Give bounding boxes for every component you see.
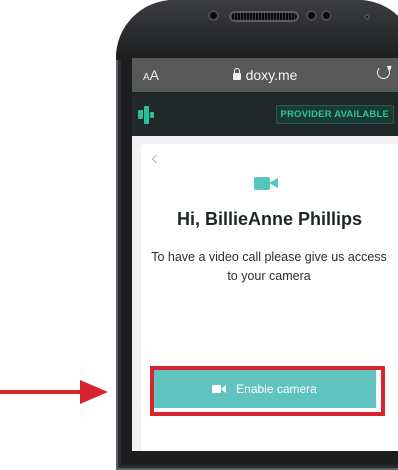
url-field[interactable]: doxy.me [132, 67, 398, 83]
front-camera [364, 14, 370, 20]
browser-address-bar: AA doxy.me [132, 58, 398, 92]
earpiece-speaker [229, 11, 299, 22]
annotation-arrow-icon [0, 380, 112, 404]
front-sensor-right-1 [306, 10, 317, 21]
camera-access-message: To have a video call please give us acce… [151, 250, 387, 283]
video-camera-icon [254, 177, 278, 190]
front-sensor-left [208, 10, 219, 21]
doxy-logo-icon[interactable] [138, 106, 154, 124]
enable-camera-label: Enable camera [236, 382, 317, 396]
url-text: doxy.me [245, 67, 298, 83]
front-sensor-right-2 [321, 10, 332, 21]
provider-status-badge: PROVIDER AVAILABLE [275, 105, 394, 124]
back-chevron-icon[interactable] [151, 154, 161, 164]
enable-camera-button[interactable]: Enable camera [153, 370, 376, 408]
video-camera-icon [212, 385, 227, 393]
greeting-title: Hi, BillieAnne Phillips [176, 209, 363, 229]
phone-top-bezel [116, 0, 398, 60]
app-header: PROVIDER AVAILABLE [132, 92, 398, 136]
lock-icon [232, 68, 241, 80]
reload-icon[interactable] [377, 66, 390, 79]
